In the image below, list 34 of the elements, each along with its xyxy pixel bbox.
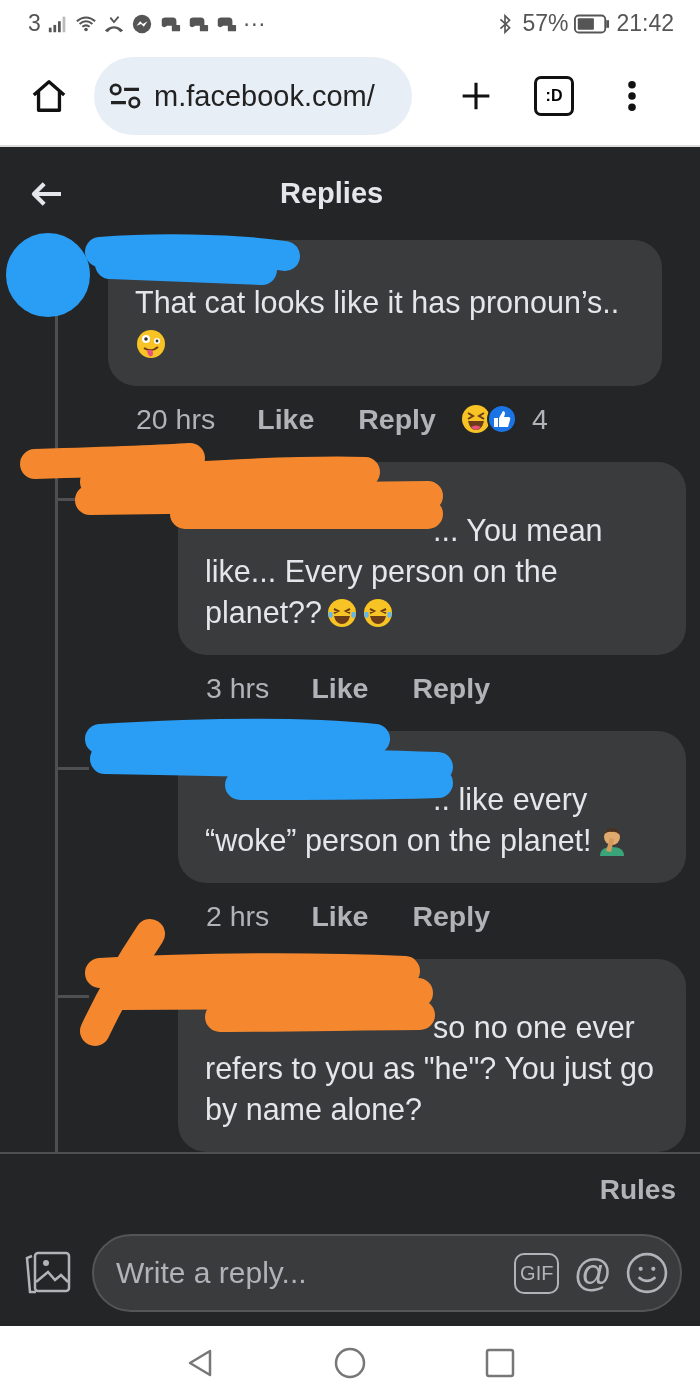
carrier-label: 3 [28,10,41,38]
comment-time: 2 hrs [206,899,270,933]
emoji-icon[interactable] [626,1252,668,1295]
url-text: m.facebook.com/ [154,79,375,113]
like-link[interactable]: Like [257,402,315,436]
comment-text: That cat looks like it has pronoun’s.. [135,282,640,365]
battery-icon [574,13,611,34]
back-arrow-icon[interactable] [30,179,64,208]
messenger-icon [130,12,153,35]
site-settings-icon [108,82,142,111]
reply-input-field[interactable]: Write a reply... GIF @ [92,1234,682,1313]
comment-time: 3 hrs [206,671,270,705]
address-bar[interactable]: m.facebook.com/ [94,57,412,136]
like-link[interactable]: Like [311,671,369,705]
reply-link[interactable]: Reply [412,899,491,933]
reply-link[interactable]: Reply [358,402,436,436]
battery-percent: 57% [522,10,569,38]
reply-link[interactable]: Reply [412,671,491,705]
comment-time: 20 hrs [136,402,216,436]
more-notifications-label: ··· [242,10,266,38]
page-title: Replies [280,177,384,211]
gif-button[interactable]: GIF [514,1252,560,1294]
menu-icon[interactable] [626,79,638,114]
mention-button[interactable]: @ [573,1254,612,1293]
reaction-count: 4 [531,402,548,436]
comment-text: .. like every “woke” person on the planet! [205,779,664,862]
clock-time: 21:42 [616,10,674,38]
comment-text: ... You mean like... Every person on the planet?? [205,512,604,632]
comment-text: so no one ever refers to you as "he"? You just go by name alone? [205,1009,655,1129]
like-link[interactable]: Like [311,899,369,933]
home-nav-icon[interactable] [334,1347,366,1380]
recents-nav-icon[interactable] [484,1347,516,1380]
tab-switcher-button[interactable]: :D [534,76,574,117]
rules-link[interactable]: Rules [599,1174,676,1207]
